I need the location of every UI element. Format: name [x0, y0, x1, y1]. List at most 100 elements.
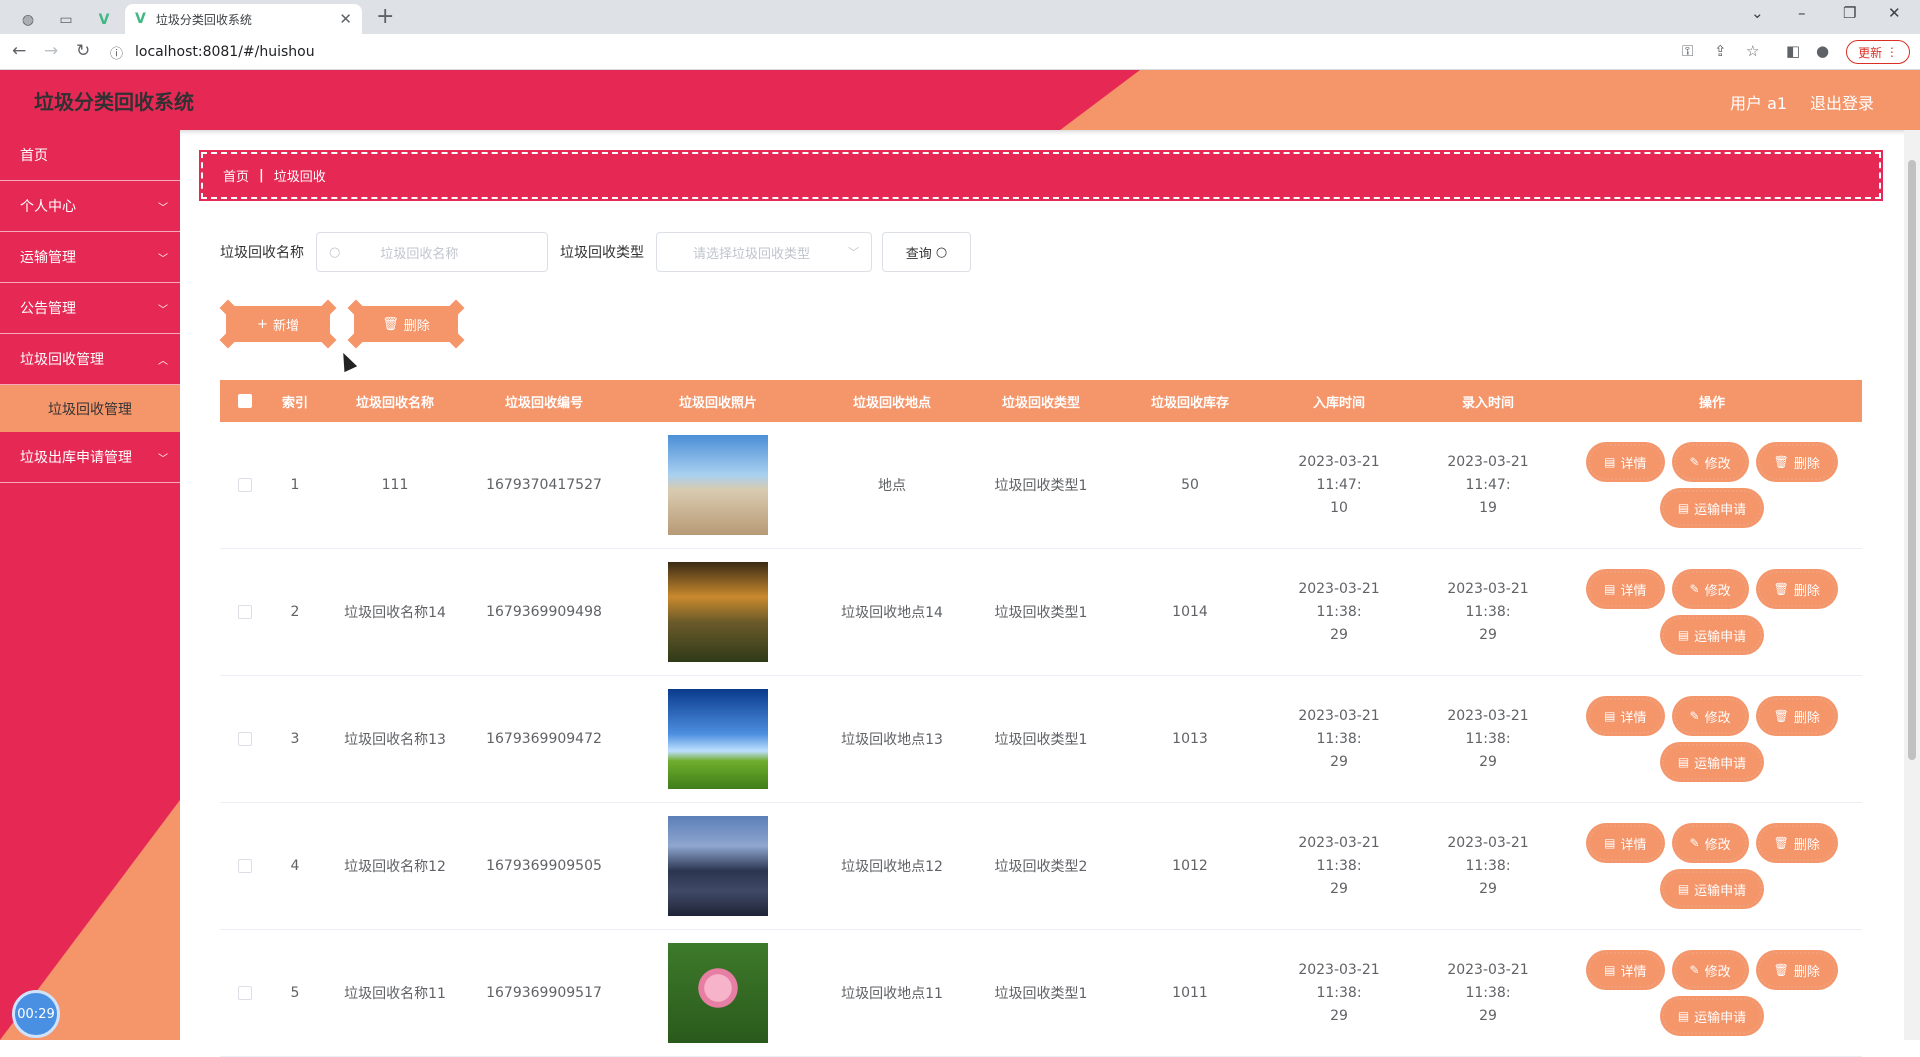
transport-apply-button[interactable]: ▤ 运输申请 [1661, 490, 1763, 526]
plus-icon: + [257, 316, 268, 332]
col-index: 索引 [281, 395, 308, 411]
detail-label: 详情 [1620, 710, 1647, 726]
row-checkbox[interactable] [238, 605, 252, 619]
row-photo[interactable] [668, 435, 768, 535]
detail-button[interactable]: ▤ 详情 [1588, 444, 1663, 480]
trash-icon: 🗑 [1773, 455, 1789, 469]
detail-button[interactable]: ▤ 详情 [1588, 571, 1663, 607]
forward-icon[interactable]: → [44, 41, 58, 61]
row-in-time: 2023-03-21 11:38: 29 [1264, 959, 1414, 1028]
transport-label: 运输申请 [1694, 756, 1747, 772]
in-time-line1: 2023-03-21 11:38: [1298, 961, 1380, 1001]
sidebar-item-transport[interactable]: 运输管理 ﹀ [0, 232, 180, 283]
globe-icon[interactable]: ◍ [14, 6, 42, 34]
row-actions: ▤ 详情 ✎ 修改 🗑 删除 ▤ 运输申请 [1567, 444, 1857, 526]
edit-button[interactable]: ✎ 修改 [1673, 444, 1747, 480]
sidebar-item-recycle[interactable]: 垃圾回收管理 ︿ [0, 334, 180, 385]
transport-apply-button[interactable]: ▤ 运输申请 [1661, 871, 1763, 907]
row-stock: 1011 [1172, 985, 1208, 1001]
scroll-thumb[interactable] [1908, 160, 1916, 760]
edit-button[interactable]: ✎ 修改 [1673, 825, 1747, 861]
row-checkbox[interactable] [238, 478, 252, 492]
key-icon[interactable]: ⚿ [1682, 42, 1693, 60]
rec-time-line1: 2023-03-21 11:38: [1447, 834, 1529, 874]
query-button[interactable]: 查询 ○ [882, 232, 971, 272]
row-location: 垃圾回收地点13 [841, 732, 943, 748]
vue-tab-icon[interactable]: V [90, 6, 118, 34]
type-select-placeholder: 请选择垃圾回收类型 [693, 246, 811, 262]
timer-badge[interactable]: 00:29 [12, 990, 60, 1038]
batch-delete-button[interactable]: 🗑 删除 [347, 299, 465, 349]
row-code: 1679370417527 [486, 477, 602, 493]
row-stock: 50 [1181, 477, 1199, 493]
back-icon[interactable]: ← [12, 41, 26, 61]
delete-button[interactable]: 🗑 删除 [1757, 952, 1836, 988]
row-photo[interactable] [668, 562, 768, 662]
delete-button[interactable]: 🗑 删除 [1757, 825, 1836, 861]
type-select[interactable]: 请选择垃圾回收类型 ﹀ [656, 232, 872, 272]
edit-button[interactable]: ✎ 修改 [1673, 952, 1747, 988]
row-photo[interactable] [668, 689, 768, 789]
close-tab-icon[interactable]: ✕ [339, 10, 352, 28]
transport-apply-button[interactable]: ▤ 运输申请 [1661, 744, 1763, 780]
row-checkbox[interactable] [238, 859, 252, 873]
share-icon[interactable]: ⇪ [1714, 42, 1727, 60]
delete-label: 删除 [1793, 837, 1820, 853]
tab-search-icon[interactable]: ⌄ [1751, 4, 1764, 22]
name-search-input[interactable]: ○ 垃圾回收名称 [316, 232, 548, 272]
row-checkbox[interactable] [238, 732, 252, 746]
row-checkbox[interactable] [238, 986, 252, 1000]
delete-button[interactable]: 🗑 删除 [1757, 571, 1836, 607]
transport-apply-button[interactable]: ▤ 运输申请 [1661, 617, 1763, 653]
row-stock: 1012 [1172, 858, 1208, 874]
breadcrumb: 首页 | 垃圾回收 [199, 150, 1883, 201]
restore-icon[interactable]: ❐ [1843, 4, 1856, 22]
rec-time-line1: 2023-03-21 11:38: [1447, 580, 1529, 620]
document-icon: ▤ [1604, 836, 1616, 850]
transport-apply-button[interactable]: ▤ 运输申请 [1661, 998, 1763, 1034]
row-photo[interactable] [668, 943, 768, 1043]
table-header: 索引 垃圾回收名称 垃圾回收编号 垃圾回收照片 垃圾回收地点 垃圾回收类型 垃圾… [220, 380, 1862, 422]
row-code: 1679369909505 [486, 858, 602, 874]
detail-button[interactable]: ▤ 详情 [1588, 698, 1663, 734]
minimize-icon[interactable]: – [1798, 4, 1806, 22]
sidebar-item-outbound[interactable]: 垃圾出库申请管理 ﹀ [0, 432, 180, 483]
sidebar-item-notice[interactable]: 公告管理 ﹀ [0, 283, 180, 334]
delete-button[interactable]: 🗑 删除 [1757, 444, 1836, 480]
select-all-checkbox[interactable] [238, 394, 252, 408]
add-button[interactable]: + 新增 [219, 299, 337, 349]
new-tab-icon[interactable]: + [376, 4, 394, 29]
reload-icon[interactable]: ↻ [76, 41, 90, 61]
row-type: 垃圾回收类型1 [994, 605, 1088, 621]
active-tab[interactable]: V 垃圾分类回收系统 ✕ [125, 4, 362, 34]
row-record-time: 2023-03-21 11:47: 19 [1414, 451, 1562, 520]
delete-label: 删除 [1793, 456, 1820, 472]
detail-button[interactable]: ▤ 详情 [1588, 952, 1663, 988]
trash-icon: 🗑 [1773, 709, 1789, 723]
row-type: 垃圾回收类型1 [994, 478, 1088, 494]
row-index: 3 [290, 731, 300, 747]
sidebar-item-profile[interactable]: 个人中心 ﹀ [0, 181, 180, 232]
sidebar-subitem-recycle[interactable]: 垃圾回收管理 [0, 385, 180, 432]
site-info-icon[interactable]: ⓘ [110, 43, 123, 62]
edit-button[interactable]: ✎ 修改 [1673, 571, 1747, 607]
row-photo[interactable] [668, 816, 768, 916]
chevron-down-icon: ﹀ [158, 202, 168, 214]
blank-tab-icon[interactable]: ▭ [52, 6, 80, 34]
mouse-cursor [336, 349, 358, 373]
star-icon[interactable]: ☆ [1746, 42, 1759, 60]
logout-link[interactable]: 退出登录 [1810, 90, 1874, 114]
delete-button[interactable]: 🗑 删除 [1757, 698, 1836, 734]
edit-button[interactable]: ✎ 修改 [1673, 698, 1747, 734]
breadcrumb-home[interactable]: 首页 [223, 166, 249, 185]
delete-label: 删除 [403, 318, 430, 334]
update-button[interactable]: 更新 ⋮ [1846, 40, 1910, 64]
rec-time-line1: 2023-03-21 11:38: [1447, 961, 1529, 1001]
profile-icon[interactable]: ● [1816, 42, 1829, 60]
detail-button[interactable]: ▤ 详情 [1588, 825, 1663, 861]
sidepanel-icon[interactable]: ◧ [1786, 42, 1800, 60]
url-bar[interactable]: ⓘ localhost:8081/#/huishou [110, 39, 1670, 65]
close-window-icon[interactable]: ✕ [1888, 4, 1901, 22]
sidebar-item-home[interactable]: 首页 [0, 130, 180, 181]
page-scrollbar[interactable] [1904, 130, 1920, 1040]
